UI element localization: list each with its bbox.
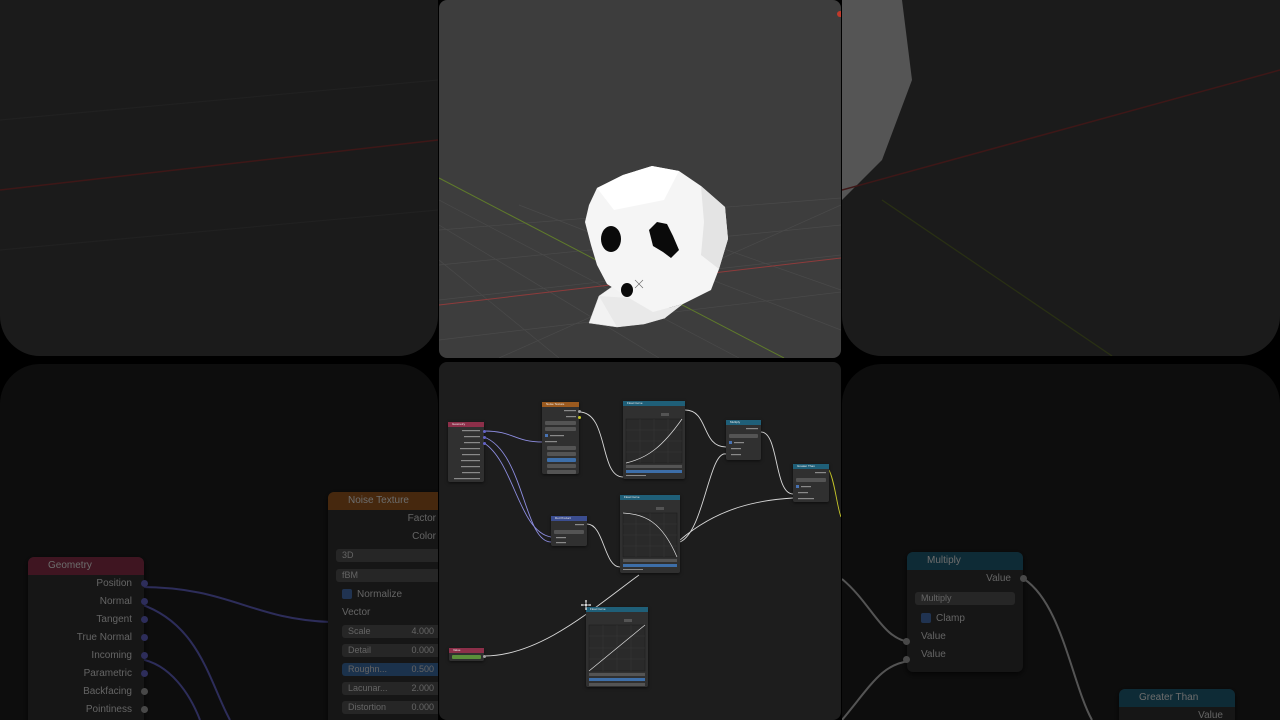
socket-incoming[interactable]	[141, 652, 148, 659]
mini-geometry-node[interactable]: Geometry	[448, 422, 486, 482]
output-factor: Factor	[407, 513, 436, 524]
operation-dropdown[interactable]: Multiply	[915, 592, 1015, 605]
shader-node-editor[interactable]: Geometry Noise Texture Float Curve Multi…	[439, 362, 841, 720]
clamp-checkbox[interactable]	[921, 613, 931, 624]
output-normal: Normal	[99, 596, 132, 607]
multiply-node-title: Multiply	[907, 552, 1023, 570]
mini-float-curve-node-1[interactable]: Float Curve	[623, 401, 685, 479]
multiply-input-2: Value	[921, 649, 946, 660]
output-pointiness: Pointiness	[85, 704, 132, 715]
socket-pointiness[interactable]	[141, 706, 148, 713]
output-incoming: Incoming	[91, 650, 132, 661]
multiply-node-large[interactable]: Multiply Value Multiply Clamp Value Valu…	[903, 552, 1027, 672]
vector-input-label: Vector	[342, 607, 371, 618]
mini-noise-color-socket[interactable]	[577, 416, 581, 419]
output-tangent: Tangent	[96, 614, 132, 625]
ghost-mesh-object	[585, 166, 728, 328]
output-backfacing: Backfacing	[83, 686, 132, 697]
nostril	[621, 283, 633, 297]
socket-true-normal[interactable]	[141, 634, 148, 641]
viewport-scene	[439, 11, 841, 358]
left-eye	[601, 226, 621, 252]
mini-geo-socket[interactable]	[482, 430, 486, 433]
detail-field[interactable]: Detail 0.000	[342, 644, 438, 657]
normalize-checkbox[interactable]	[342, 589, 352, 600]
geometry-node-title: Geometry	[28, 557, 144, 575]
background-node-editor-right: Multiply Value Multiply Clamp Value Valu…	[842, 364, 1280, 720]
mini-dot-product-node[interactable]: Dot Product	[551, 516, 587, 546]
dimensions-dropdown[interactable]: 3D	[336, 549, 438, 562]
background-left-pane: Geometry Position Normal Tangent True No…	[0, 0, 438, 720]
noise-node-title: Noise Texture	[328, 492, 438, 510]
scale-field[interactable]: Scale 4.000	[342, 625, 438, 638]
multiply-input-1: Value	[921, 631, 946, 642]
output-true-normal: True Normal	[76, 632, 132, 643]
distortion-field[interactable]: Distortion 0.000	[342, 701, 438, 714]
mouse-cursor-icon	[581, 600, 591, 610]
viewport-corner-indicator	[837, 11, 841, 17]
mini-noise-output-socket[interactable]	[577, 410, 581, 413]
output-position: Position	[96, 578, 132, 589]
geometry-node-large[interactable]: Geometry Position Normal Tangent True No…	[28, 557, 148, 720]
mini-value-node[interactable]: Value	[449, 648, 486, 661]
mini-noise-texture-node[interactable]: Noise Texture	[542, 402, 581, 474]
background-viewport-right	[842, 0, 1280, 356]
multiply-input-socket-2[interactable]	[903, 656, 910, 663]
output-color: Color	[412, 531, 436, 542]
mini-geo-socket[interactable]	[482, 442, 486, 445]
lacunarity-field[interactable]: Lacunar... 2.000	[342, 682, 438, 695]
socket-normal[interactable]	[141, 598, 148, 605]
greater-than-title: Greater Than	[1119, 689, 1235, 707]
output-parametric: Parametric	[83, 668, 132, 679]
roughness-field[interactable]: Roughn... 0.500	[342, 663, 438, 676]
normalize-checkbox-row[interactable]: Normalize	[328, 586, 438, 604]
background-viewport	[0, 0, 438, 356]
multiply-input-socket-1[interactable]	[903, 638, 910, 645]
type-dropdown[interactable]: fBM	[336, 569, 438, 582]
socket-tangent[interactable]	[141, 616, 148, 623]
mini-multiply-node[interactable]: Multiply	[726, 420, 761, 460]
greater-than-node-large[interactable]: Greater Than Value	[1119, 689, 1235, 720]
multiply-output: Value	[986, 573, 1011, 584]
socket-parametric[interactable]	[141, 670, 148, 677]
noise-texture-node-large[interactable]: Noise Texture Factor Color 3D fBM Normal…	[328, 492, 438, 720]
mini-greater-than-node[interactable]: Greater Than	[793, 464, 829, 502]
socket-backfacing[interactable]	[141, 688, 148, 695]
3d-viewport[interactable]	[439, 0, 841, 358]
greater-than-output: Value	[1198, 710, 1223, 720]
background-right-pane: Multiply Value Multiply Clamp Value Valu…	[842, 0, 1280, 720]
socket-position[interactable]	[141, 580, 148, 587]
center-column: Geometry Noise Texture Float Curve Multi…	[438, 0, 842, 720]
clamp-checkbox-row[interactable]: Clamp	[907, 610, 1023, 628]
mini-value-socket[interactable]	[482, 655, 486, 658]
background-node-editor: Geometry Position Normal Tangent True No…	[0, 364, 438, 720]
mini-geo-socket[interactable]	[482, 436, 486, 439]
mini-float-curve-node-3[interactable]: Float Curve	[586, 607, 648, 687]
multiply-output-socket[interactable]	[1020, 575, 1027, 582]
mini-float-curve-node-2[interactable]: Float Curve	[620, 495, 680, 573]
background-grid	[0, 79, 438, 251]
